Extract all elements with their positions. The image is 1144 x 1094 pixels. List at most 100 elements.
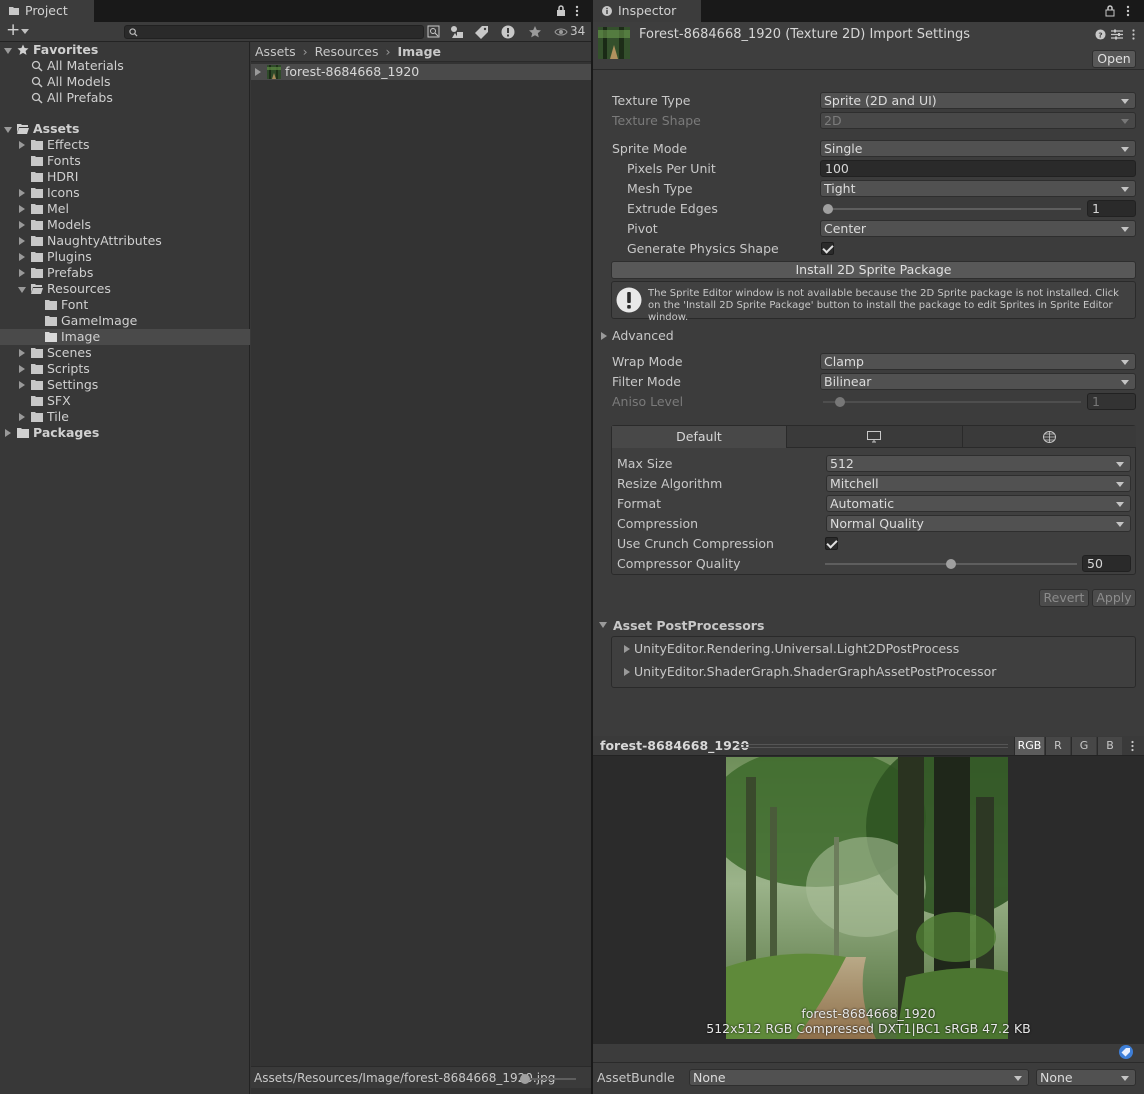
- pivot-dropdown[interactable]: Center: [820, 220, 1136, 237]
- filter-mode-dropdown[interactable]: Bilinear: [820, 373, 1136, 390]
- tree-folder[interactable]: NaughtyAttributes: [0, 233, 250, 249]
- chevron-right-icon[interactable]: [19, 381, 25, 389]
- chevron-right-icon[interactable]: [19, 269, 25, 277]
- format-dropdown[interactable]: Automatic: [826, 495, 1131, 512]
- postprocessor-item[interactable]: UnityEditor.Rendering.Universal.Light2DP…: [612, 639, 1135, 659]
- apply-button[interactable]: Apply: [1092, 589, 1136, 607]
- tree-favorite-item[interactable]: All Materials: [0, 58, 250, 74]
- compressor-quality-slider-thumb[interactable]: [946, 559, 956, 569]
- tree-folder[interactable]: Effects: [0, 137, 250, 153]
- chevron-right-icon[interactable]: [624, 668, 630, 676]
- tree-assets[interactable]: Assets: [0, 121, 250, 137]
- breadcrumb-item[interactable]: Resources: [315, 44, 379, 59]
- more-options-icon[interactable]: [1130, 740, 1135, 752]
- tree-folder-resources[interactable]: Resources: [0, 281, 250, 297]
- chevron-right-icon[interactable]: [19, 189, 25, 197]
- channel-g-button[interactable]: G: [1071, 737, 1096, 755]
- asset-label-icon[interactable]: [1119, 1045, 1133, 1059]
- chevron-down-icon[interactable]: [18, 287, 26, 293]
- chevron-right-icon[interactable]: [601, 332, 607, 340]
- chevron-right-icon[interactable]: [19, 253, 25, 261]
- tree-folder[interactable]: Font: [0, 297, 250, 313]
- tree-favorites[interactable]: Favorites: [0, 42, 250, 58]
- chevron-right-icon[interactable]: [19, 349, 25, 357]
- chevron-right-icon[interactable]: [19, 413, 25, 421]
- texture-type-dropdown[interactable]: Sprite (2D and UI): [820, 92, 1136, 109]
- pixels-per-unit-field[interactable]: 100: [820, 160, 1136, 177]
- chevron-right-icon[interactable]: [624, 645, 630, 653]
- chevron-right-icon[interactable]: [5, 429, 11, 437]
- compressor-quality-field[interactable]: 50: [1082, 555, 1131, 572]
- tree-folder[interactable]: SFX: [0, 393, 250, 409]
- install-2d-sprite-package-button[interactable]: Install 2D Sprite Package: [611, 261, 1136, 279]
- channel-rgb-button[interactable]: RGB: [1014, 737, 1044, 755]
- tree-favorite-item[interactable]: All Prefabs: [0, 90, 250, 106]
- tree-folder[interactable]: Icons: [0, 185, 250, 201]
- chevron-down-icon[interactable]: [4, 48, 12, 54]
- filter-by-type-icon[interactable]: [450, 25, 464, 39]
- lock-icon[interactable]: [1104, 5, 1116, 17]
- tree-folder[interactable]: Prefabs: [0, 265, 250, 281]
- generate-physics-shape-checkbox[interactable]: [821, 242, 834, 255]
- asset-postprocessors-foldout[interactable]: Asset PostProcessors: [613, 618, 764, 633]
- chevron-down-icon[interactable]: [599, 622, 607, 628]
- star-icon[interactable]: [528, 25, 542, 39]
- chevron-right-icon[interactable]: [19, 205, 25, 213]
- mesh-type-dropdown[interactable]: Tight: [820, 180, 1136, 197]
- preset-settings-icon[interactable]: [1111, 29, 1123, 40]
- extrude-edges-slider[interactable]: [823, 208, 1081, 210]
- resize-algorithm-dropdown[interactable]: Mitchell: [826, 475, 1131, 492]
- lock-icon[interactable]: [555, 5, 567, 17]
- add-button[interactable]: +: [6, 20, 20, 40]
- compression-dropdown[interactable]: Normal Quality: [826, 515, 1131, 532]
- chevron-right-icon[interactable]: [19, 365, 25, 373]
- extrude-edges-field[interactable]: 1: [1087, 200, 1136, 217]
- postprocessor-item[interactable]: UnityEditor.ShaderGraph.ShaderGraphAsset…: [612, 662, 1135, 682]
- tree-packages[interactable]: Packages: [0, 425, 250, 441]
- max-size-dropdown[interactable]: 512: [826, 455, 1131, 472]
- tree-folder[interactable]: HDRI: [0, 169, 250, 185]
- breadcrumb-item[interactable]: Assets: [255, 44, 296, 59]
- tree-folder[interactable]: Fonts: [0, 153, 250, 169]
- more-options-icon[interactable]: [1131, 29, 1136, 40]
- search-input[interactable]: [124, 25, 424, 39]
- chevron-down-icon[interactable]: [21, 29, 29, 34]
- tree-folder[interactable]: Mel: [0, 201, 250, 217]
- tree-folder[interactable]: Tile: [0, 409, 250, 425]
- wrap-mode-dropdown[interactable]: Clamp: [820, 353, 1136, 370]
- tree-folder-selected[interactable]: Image: [0, 329, 250, 345]
- chevron-down-icon[interactable]: [4, 127, 12, 133]
- extrude-edges-slider-thumb[interactable]: [823, 204, 833, 214]
- eye-icon[interactable]: [554, 27, 568, 37]
- file-item[interactable]: forest-8684668_1920: [251, 64, 591, 80]
- tree-folder[interactable]: Scripts: [0, 361, 250, 377]
- tab-default[interactable]: Default: [612, 426, 787, 448]
- chevron-right-icon[interactable]: [19, 141, 25, 149]
- help-icon[interactable]: ?: [1095, 29, 1106, 40]
- breadcrumb-item-current[interactable]: Image: [397, 44, 441, 59]
- chevron-right-icon[interactable]: [19, 237, 25, 245]
- label-tag-icon[interactable]: [475, 25, 489, 39]
- advanced-foldout[interactable]: Advanced: [612, 328, 674, 343]
- warning-filter-icon[interactable]: [501, 25, 515, 39]
- tab-inspector[interactable]: Inspector: [593, 0, 701, 22]
- channel-r-button[interactable]: R: [1045, 737, 1070, 755]
- open-button[interactable]: Open: [1092, 50, 1136, 68]
- icon-size-slider-thumb[interactable]: [520, 1074, 530, 1084]
- tab-webgl[interactable]: [963, 426, 1136, 448]
- sprite-mode-dropdown[interactable]: Single: [820, 140, 1136, 157]
- preview-drag-handle[interactable]: [736, 744, 1008, 748]
- more-options-icon[interactable]: [574, 5, 580, 17]
- revert-button[interactable]: Revert: [1039, 589, 1089, 607]
- chevron-right-icon[interactable]: [255, 68, 261, 76]
- tree-folder[interactable]: Settings: [0, 377, 250, 393]
- more-options-icon[interactable]: [1125, 5, 1131, 17]
- tree-folder[interactable]: Scenes: [0, 345, 250, 361]
- tree-folder[interactable]: Plugins: [0, 249, 250, 265]
- asset-bundle-variant-dropdown[interactable]: None: [1036, 1069, 1136, 1086]
- tree-folder[interactable]: Models: [0, 217, 250, 233]
- chevron-right-icon[interactable]: [19, 221, 25, 229]
- tree-favorite-item[interactable]: All Models: [0, 74, 250, 90]
- tab-standalone[interactable]: [787, 426, 963, 448]
- tree-folder[interactable]: GameImage: [0, 313, 250, 329]
